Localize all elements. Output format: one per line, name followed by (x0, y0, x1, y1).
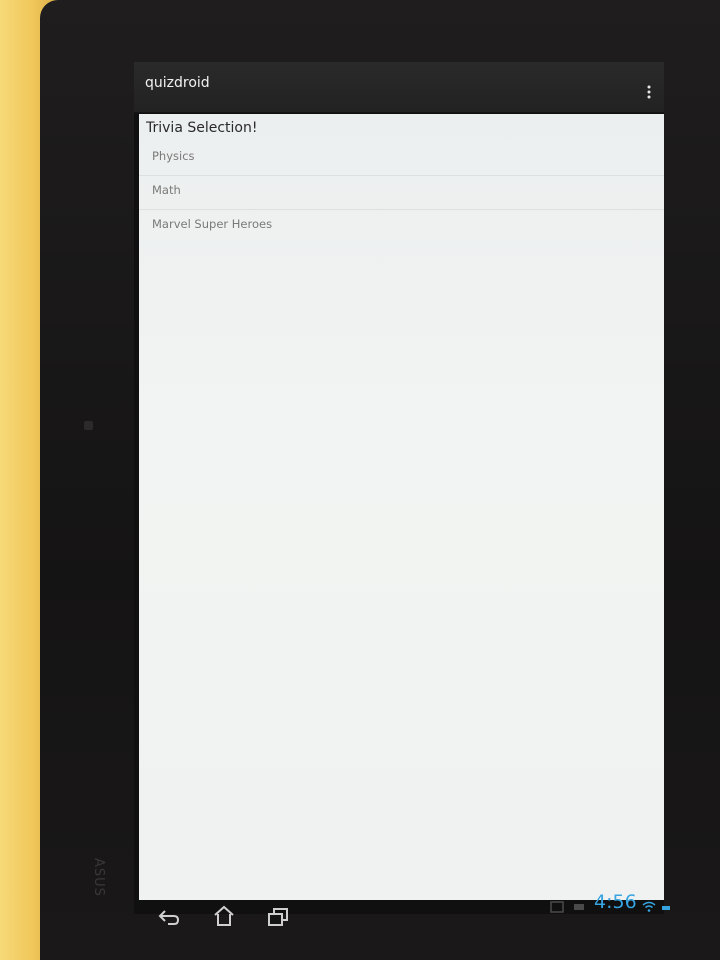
navigation-bar: 4:56 (134, 886, 684, 946)
recent-apps-icon[interactable] (264, 906, 292, 928)
home-icon[interactable] (210, 904, 238, 926)
wifi-icon (642, 898, 656, 917)
action-bar: quizdroid (134, 62, 664, 113)
overflow-menu-icon[interactable] (640, 84, 658, 102)
page-heading: Trivia Selection! (146, 120, 258, 136)
front-camera (84, 421, 93, 430)
battery-icon (660, 898, 672, 917)
usb-icon (572, 898, 586, 917)
topic-list: Physics Math Marvel Super Heroes (139, 142, 664, 243)
notification-icon (550, 898, 564, 917)
status-clock: 4:56 (594, 891, 637, 913)
content-area: Trivia Selection! Physics Math Marvel Su… (139, 114, 664, 900)
app-title: quizdroid (145, 75, 210, 91)
topic-label: Marvel Super Heroes (152, 217, 273, 231)
list-item-marvel[interactable]: Marvel Super Heroes (139, 210, 664, 243)
device-brand: ASUS (91, 858, 106, 897)
topic-label: Math (152, 183, 181, 197)
list-item-physics[interactable]: Physics (139, 142, 664, 176)
back-icon[interactable] (156, 906, 184, 928)
list-item-math[interactable]: Math (139, 176, 664, 210)
topic-label: Physics (152, 149, 195, 163)
screen: quizdroid Trivia Selection! Physics Math… (134, 62, 664, 914)
status-area[interactable]: 4:56 (546, 890, 676, 916)
